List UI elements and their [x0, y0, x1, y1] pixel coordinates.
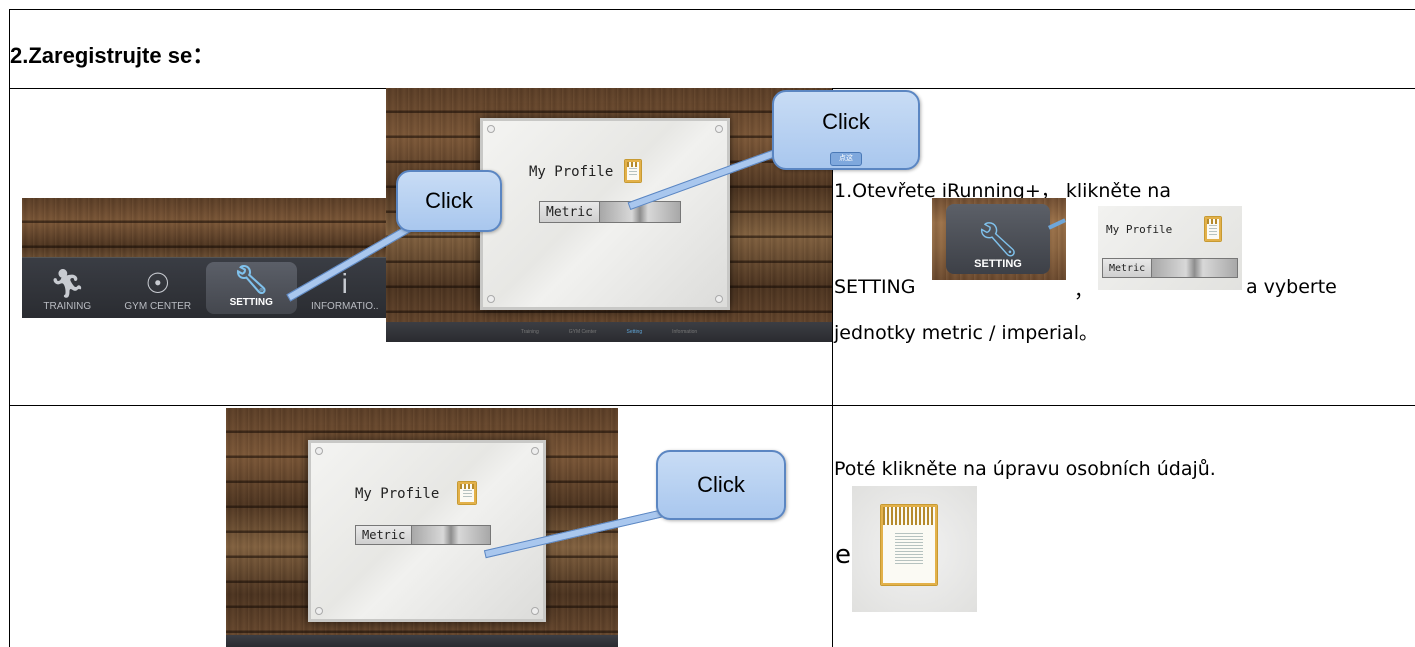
tab-gym-center-label: GYM CENTER: [124, 301, 192, 312]
notepad-icon[interactable]: [457, 481, 477, 505]
my-profile-label: My Profile: [1106, 223, 1173, 236]
cropped-letter: e: [835, 540, 851, 570]
metric-toggle: Metric: [1102, 258, 1238, 278]
metric-toggle[interactable]: Metric: [539, 201, 681, 223]
table-border-top: [9, 9, 1415, 10]
toggle-knob[interactable]: [412, 526, 490, 544]
setting-tile-label: SETTING: [974, 258, 1022, 270]
click-callout-label: Click: [697, 472, 745, 497]
tab-gym-center[interactable]: ☉ GYM CENTER: [113, 258, 204, 318]
tab-setting-label: SETTING: [229, 297, 273, 308]
notepad-icon: [880, 504, 938, 586]
panel-pin: [531, 447, 539, 455]
profile-screenshot-2: My Profile Metric: [226, 408, 618, 647]
tab-information-label: INFORMATIO..: [310, 301, 379, 312]
toggle-knob: [1152, 259, 1237, 277]
metric-label: Metric: [1103, 259, 1153, 277]
comma: ，: [1074, 280, 1094, 302]
small-tabbar: [226, 635, 618, 647]
step-1-units-text: jednotky metric / imperial。: [834, 322, 1098, 344]
panel-pin: [315, 447, 323, 455]
my-profile-label[interactable]: My Profile: [529, 164, 613, 180]
notepad-icon: [1204, 216, 1222, 242]
click-callout-label: Click: [425, 188, 473, 213]
click-callout-label: Click: [822, 109, 870, 134]
info-icon: i: [341, 268, 348, 299]
metric-label: Metric: [356, 526, 413, 544]
mini-tag: 点这: [830, 152, 862, 166]
table-row-divider-2: [9, 405, 1415, 406]
profile-panel: My Profile Metric: [308, 440, 546, 622]
small-tab-information[interactable]: Information: [672, 329, 697, 335]
section-heading: 2.Zaregistrujte se：: [10, 43, 215, 68]
panel-pin: [487, 125, 495, 133]
tabbar-screenshot: 🏃︎ TRAINING ☉ GYM CENTER 🔧︎ SETTING i IN…: [22, 198, 390, 318]
click-callout: Click 点这: [772, 90, 920, 170]
small-tabbar: Training GYM Center Setting Information: [386, 322, 832, 342]
panel-pin: [487, 295, 495, 303]
small-tab-setting[interactable]: Setting: [627, 329, 643, 335]
tab-training[interactable]: 🏃︎ TRAINING: [22, 258, 113, 318]
runner-icon: 🏃︎: [49, 268, 86, 299]
profile-thumbnail: My Profile Metric: [1098, 206, 1242, 290]
notepad-icon[interactable]: [624, 159, 642, 183]
pointer-stub: [1047, 218, 1066, 230]
tab-training-label: TRAINING: [43, 301, 92, 312]
metric-toggle[interactable]: Metric: [355, 525, 491, 545]
profile-panel: My Profile Metric: [480, 118, 730, 310]
click-callout: Click: [396, 170, 502, 232]
panel-pin: [715, 125, 723, 133]
panel-pin: [715, 295, 723, 303]
small-tab-gym[interactable]: GYM Center: [569, 329, 597, 335]
notepad-thumbnail: [852, 486, 977, 612]
step-2-text: Poté klikněte na úpravu osobních údajů.: [834, 458, 1216, 480]
my-profile-label[interactable]: My Profile: [355, 486, 439, 502]
panel-pin: [531, 607, 539, 615]
metric-label: Metric: [540, 202, 600, 222]
setting-word: SETTING: [834, 276, 916, 298]
tab-setting[interactable]: 🔧︎ SETTING: [206, 262, 297, 314]
setting-tile: 🔧︎ SETTING: [946, 204, 1050, 274]
wrench-icon: 🔧︎: [233, 264, 270, 295]
setting-thumbnail: 🔧︎ SETTING: [932, 198, 1066, 280]
wrench-icon: 🔧︎: [976, 221, 1020, 259]
step-1-text-end: a vyberte: [1246, 276, 1337, 298]
panel-pin: [315, 607, 323, 615]
table-column-divider: [832, 88, 833, 647]
table-border-left: [9, 9, 10, 647]
gym-icon: ☉: [145, 268, 171, 299]
click-callout: Click: [656, 450, 786, 520]
small-tab-training[interactable]: Training: [521, 329, 539, 335]
